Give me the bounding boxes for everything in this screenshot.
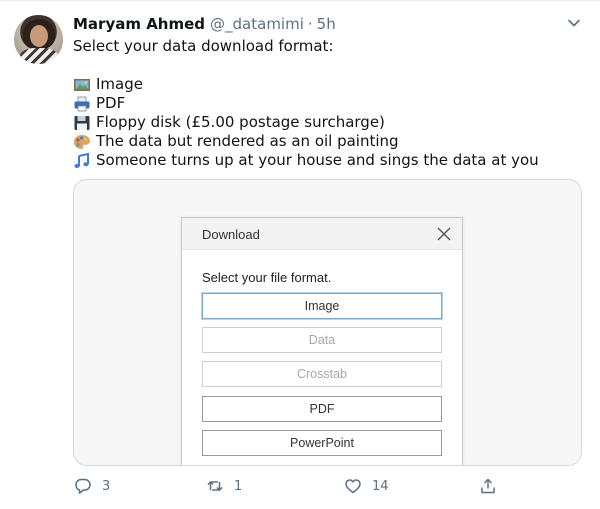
tweet-line-text: Select your data download format: <box>73 37 334 55</box>
tweet-actions: 3 1 14 <box>73 475 513 497</box>
like-button[interactable]: 14 <box>344 475 389 497</box>
retweet-button[interactable]: 1 <box>206 475 242 497</box>
close-icon[interactable] <box>437 227 451 241</box>
format-option-powerpoint-button[interactable]: PowerPoint <box>202 430 442 456</box>
tweet-line-image: Image <box>73 75 583 94</box>
share-icon <box>481 478 495 494</box>
retweet-count: 1 <box>234 478 243 494</box>
tweet-media-image[interactable]: Download Select your file format. Image … <box>73 179 582 466</box>
tweet-line-sing: Someone turns up at your house and sings… <box>73 151 583 170</box>
dialog-title: Download <box>202 227 260 242</box>
artist-palette-emoji-icon <box>74 134 90 149</box>
printer-emoji-icon <box>74 96 90 111</box>
avatar-face <box>30 25 48 47</box>
tweet-line-pdf: PDF <box>73 94 583 113</box>
reply-button[interactable]: 3 <box>74 475 110 497</box>
format-option-crosstab-button[interactable]: Crosstab <box>202 361 442 387</box>
tweet-line-text: Image <box>96 75 143 93</box>
tweet-text: Select your data download format: Image … <box>73 37 583 170</box>
tweet-line-text: PDF <box>96 94 126 112</box>
tweet-header: Maryam Ahmed @_datamimi · 5h <box>73 15 336 35</box>
tweet: Maryam Ahmed @_datamimi · 5h Select your… <box>0 0 600 509</box>
format-option-pdf-button[interactable]: PDF <box>202 396 442 422</box>
author-name[interactable]: Maryam Ahmed <box>73 15 205 33</box>
format-option-image-button[interactable]: Image <box>202 293 442 319</box>
tweet-timestamp[interactable]: 5h <box>317 15 336 33</box>
retweet-icon <box>207 481 223 491</box>
dialog-prompt: Select your file format. <box>202 270 332 285</box>
tweet-line-floppy: Floppy disk (£5.00 postage surcharge) <box>73 113 583 132</box>
tweet-line-text: The data but rendered as an oil painting <box>96 132 399 150</box>
header-separator: · <box>307 15 313 33</box>
dialog-header: Download <box>182 218 462 250</box>
download-dialog: Download Select your file format. Image … <box>181 217 463 465</box>
author-handle[interactable]: @_datamimi <box>210 15 304 33</box>
chevron-down-icon[interactable] <box>566 15 582 31</box>
heart-icon <box>345 479 361 494</box>
like-count: 14 <box>372 478 389 494</box>
musical-notes-emoji-icon <box>74 152 89 168</box>
floppy-disk-emoji-icon <box>74 115 90 130</box>
share-button[interactable] <box>479 475 497 497</box>
picture-emoji-icon <box>74 78 90 91</box>
format-option-data-button[interactable]: Data <box>202 327 442 353</box>
reply-count: 3 <box>102 478 111 494</box>
tweet-line-oil-painting: The data but rendered as an oil painting <box>73 132 583 151</box>
tweet-line-intro: Select your data download format: <box>73 37 583 56</box>
reply-icon <box>75 478 91 494</box>
tweet-line-text: Someone turns up at your house and sings… <box>96 151 539 169</box>
avatar[interactable] <box>14 15 63 64</box>
avatar-shirt <box>20 48 58 64</box>
tweet-line-text: Floppy disk (£5.00 postage surcharge) <box>96 113 385 131</box>
